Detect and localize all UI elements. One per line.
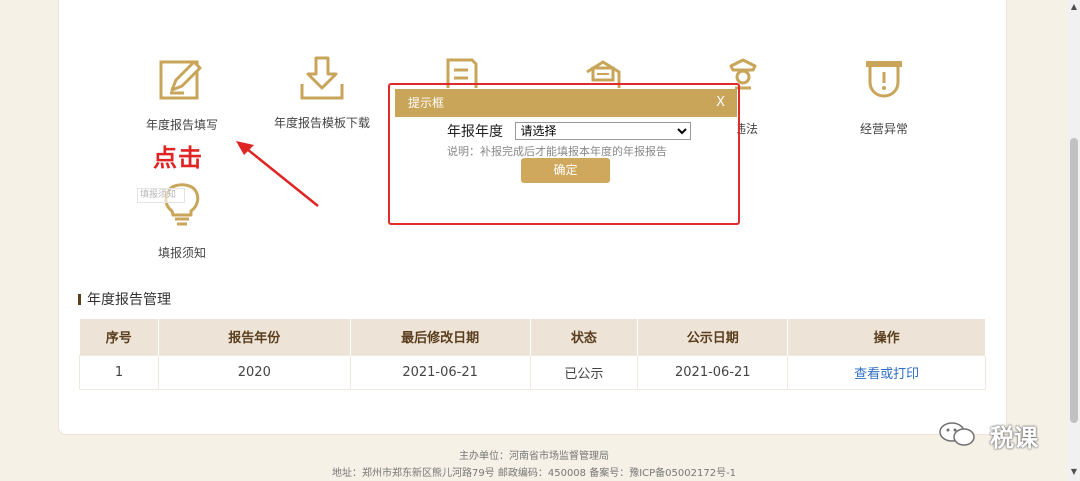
tile-label: 年度报告模板下载 [273,116,370,130]
click-annotation: 点击 [153,144,203,172]
header-report-year: 报告年份 [158,319,351,355]
dialog-note: 说明：补报完成后才能填报本年度的年报报告 [447,145,667,158]
scroll-down-icon[interactable]: ▼ [1070,467,1078,477]
footer-address: 地址：郑州市郑东新区熊儿河路79号 邮政编码：450008 备案号：豫ICP备0… [331,468,737,479]
dialog-title: 提示框 [408,96,445,110]
footer: 主办单位：河南省市场监督管理局 地址：郑州市郑东新区熊儿河路79号 邮政编码：4… [0,448,1068,481]
tile-label: 年度报告填写 [145,118,218,132]
annotation-arrow-icon [236,141,319,207]
prompt-dialog: 提示框 X 年报年度 请选择 说明：补报完成后才能填报本年度的年报报告 确定 [395,89,737,186]
cell-last-modified: 2021-06-21 [349,354,531,390]
watermark-text: 税课 [990,424,1038,452]
cell-status: 已公示 [529,354,639,390]
vertical-scrollbar[interactable]: ▲ ▼ [1068,0,1080,481]
wechat-icon [939,422,975,446]
header-last-modified: 最后修改日期 [350,319,531,355]
edit-form-icon [159,60,202,100]
header-status: 状态 [530,319,639,355]
table-header-row: 序号 报告年份 最后修改日期 状态 公示日期 操作 [79,319,986,355]
shield-alert-icon [866,61,902,98]
confirm-button[interactable]: 确定 [521,158,610,183]
scroll-up-icon[interactable]: ▲ [1070,2,1078,12]
year-row: 年报年度 请选择 [447,121,692,141]
dialog-close-button[interactable]: X [716,89,725,117]
header-index: 序号 [79,319,159,355]
cell-index: 1 [79,354,159,390]
dialog-header: 提示框 X [395,89,737,117]
report-table: 序号 报告年份 最后修改日期 状态 公示日期 操作 1 2020 2021-06… [79,319,986,390]
tile-label: 填报须知 [157,246,206,260]
cell-report-year: 2020 [157,354,351,390]
section-title-text: 年度报告管理 [87,292,171,308]
hint-stamp: 填报须知 [137,188,185,203]
download-icon [300,56,344,100]
table-row: 1 2020 2021-06-21 已公示 2021-06-21 查看或打印 [79,354,986,390]
view-or-print-link[interactable]: 查看或打印 [787,354,986,390]
tile-label: 经营异常 [859,122,908,136]
year-select[interactable]: 请选择 [515,122,692,140]
tile-business-abnormal[interactable]: 经营异常 [819,58,949,137]
section-marker [78,294,81,305]
tile-annual-report-fill[interactable]: 年度报告填写 [117,58,247,133]
cell-publish-date: 2021-06-21 [637,354,789,390]
scroll-thumb[interactable] [1070,138,1078,423]
header-action: 操作 [787,319,986,355]
section-title: 年度报告管理 [78,289,171,309]
footer-host: 主办单位：河南省市场监督管理局 [459,451,609,462]
tile-template-download[interactable]: 年度报告模板下载 [257,56,387,131]
header-publish-date: 公示日期 [637,319,789,355]
year-label: 年报年度 [447,124,503,140]
